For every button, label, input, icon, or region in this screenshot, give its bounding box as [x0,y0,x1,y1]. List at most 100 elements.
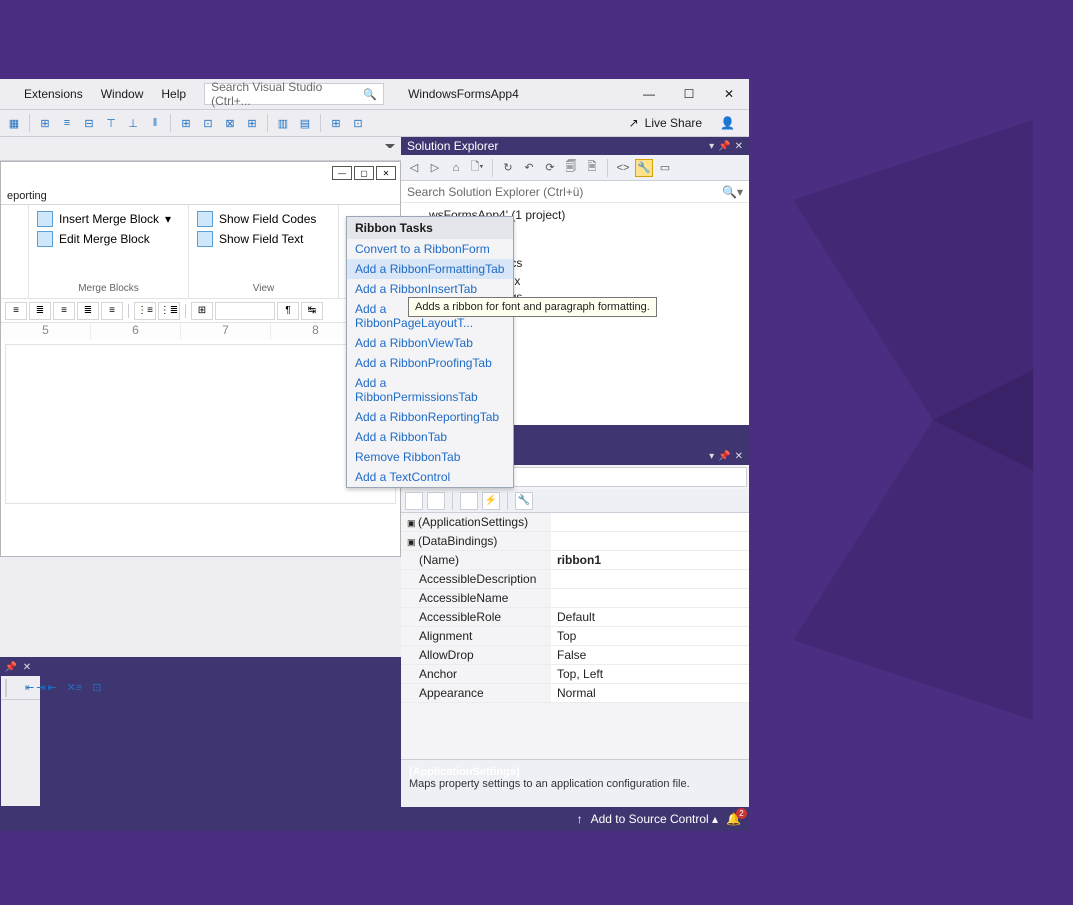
fmt-btn[interactable]: ↹ [301,302,323,320]
property-row[interactable]: AllowDropFalse [401,646,749,665]
smart-tag-link[interactable]: Add a RibbonInsertTab [347,279,513,299]
dropdown-icon[interactable]: ▾ [709,451,714,462]
publish-icon[interactable]: ↑ [577,812,583,826]
fmt-btn[interactable]: ⋮≡ [134,302,156,320]
toolbar-btn[interactable]: ⊞ [176,113,196,133]
search-input[interactable]: Search Visual Studio (Ctrl+... 🔍 [204,83,384,105]
smart-tag-link[interactable]: Add a RibbonReportingTab [347,407,513,427]
toolbar-btn[interactable]: ⊟ [79,113,99,133]
code-icon[interactable]: <> [614,159,632,177]
properties-icon[interactable]: 🔧 [635,159,653,177]
menu-help[interactable]: Help [153,83,194,105]
output-source-dropdown[interactable] [5,679,7,697]
property-row[interactable]: (Name)ribbon1 [401,551,749,570]
close-icon[interactable]: ✕ [20,660,34,674]
toolbar-btn[interactable]: ⊤ [101,113,121,133]
toolbar-btn[interactable]: ‖ [145,113,165,133]
minimize-button[interactable]: — [629,79,669,109]
file-icon[interactable]: 🗎 [583,159,601,177]
output-btn[interactable]: ⇤ [47,678,56,698]
menu-extensions[interactable]: Extensions [16,83,91,105]
insert-merge-block-button[interactable]: Insert Merge Block ▾ [37,209,180,229]
fmt-btn[interactable]: ≣ [77,302,99,320]
smart-tag-link[interactable]: Add a RibbonViewTab [347,333,513,353]
design-form[interactable]: — ▢ ✕ eporting Insert Merge Block ▾ Edit… [0,161,401,557]
close-button[interactable]: ✕ [709,79,749,109]
output-btn[interactable]: ⊡ [92,678,101,698]
smart-tag-link[interactable]: Remove RibbonTab [347,447,513,467]
toolbar-btn[interactable]: ⊞ [242,113,262,133]
live-share-button[interactable]: Live Share [645,116,702,130]
fmt-btn[interactable]: ≡ [101,302,123,320]
categorized-icon[interactable]: ▤ [405,492,423,510]
property-row[interactable]: AccessibleRoleDefault [401,608,749,627]
toolbar-btn[interactable]: ▦ [4,113,24,133]
fmt-btn[interactable]: ⋮≣ [158,302,180,320]
property-grid[interactable]: (ApplicationSettings)(DataBindings)(Name… [401,513,749,759]
solution-search-input[interactable]: Search Solution Explorer (Ctrl+ü) 🔍▾ [401,181,749,203]
maximize-button[interactable]: ☐ [669,79,709,109]
refresh-icon[interactable]: ↻ [499,159,517,177]
close-icon[interactable]: ✕ [735,141,743,152]
edit-merge-block-button[interactable]: Edit Merge Block [37,229,180,249]
feedback-icon[interactable]: 👤 [720,116,735,130]
fmt-btn[interactable]: ≡ [53,302,75,320]
toolbar-btn[interactable]: ⊞ [35,113,55,133]
toolbar-btn[interactable]: ≡ [57,113,77,133]
document-canvas[interactable] [5,344,396,504]
preview-icon[interactable]: ▭ [656,159,674,177]
menu-window[interactable]: Window [93,83,152,105]
notifications-icon[interactable]: 🔔2 [726,812,741,826]
close-icon[interactable]: ✕ [735,451,743,462]
output-btn[interactable]: ✕≡ [67,678,83,698]
fmt-btn[interactable]: ≣ [29,302,51,320]
toolbar-btn[interactable]: ⊡ [198,113,218,133]
pin-icon[interactable]: 📌 [4,660,18,674]
toolbar-btn[interactable]: ⊡ [348,113,368,133]
smart-tag-link[interactable]: Convert to a RibbonForm [347,239,513,259]
toolbar-btn[interactable]: ⊞ [326,113,346,133]
dropdown-icon[interactable]: ▾ [709,141,714,152]
sync-icon[interactable]: 🗋▾ [468,159,486,177]
props-page-icon[interactable]: 🗎 [460,492,478,510]
toolbar-btn[interactable]: ⊠ [220,113,240,133]
property-row[interactable]: AnchorTop, Left [401,665,749,684]
smart-tag-link[interactable]: Add a RibbonProofingTab [347,353,513,373]
home-icon[interactable]: ⌂ [447,159,465,177]
ribbon-tab-label[interactable]: eporting [1,188,400,204]
show-field-codes-button[interactable]: Show Field Codes [197,209,330,229]
property-pages-icon[interactable]: 🔧 [515,492,533,510]
add-source-control-button[interactable]: Add to Source Control ▴ [591,812,718,826]
property-row[interactable]: AlignmentTop [401,627,749,646]
output-btn[interactable]: ⇥ [36,678,45,698]
toolbar-btn[interactable]: ⊥ [123,113,143,133]
smart-tag-link[interactable]: Add a RibbonFormattingTab [347,259,513,279]
fmt-combo[interactable] [215,302,275,320]
copy-icon[interactable]: 🗐 [562,159,580,177]
smart-tag-link[interactable]: Add a TextControl [347,467,513,487]
property-row[interactable]: AccessibleDescription [401,570,749,589]
show-all-icon[interactable]: ⟳ [541,159,559,177]
toolbar-btn[interactable]: ▥ [273,113,293,133]
output-btn[interactable]: ⇤ [25,678,34,698]
show-field-text-button[interactable]: Show Field Text [197,229,330,249]
property-row[interactable]: AccessibleName [401,589,749,608]
form-maximize-icon[interactable]: ▢ [354,166,374,180]
collapse-icon[interactable]: ↶ [520,159,538,177]
dropdown-icon[interactable]: ▾ [0,660,2,674]
form-designer[interactable]: — ▢ ✕ eporting Insert Merge Block ▾ Edit… [0,161,401,657]
form-minimize-icon[interactable]: — [332,166,352,180]
smart-tag-link[interactable]: Add a RibbonPermissionsTab [347,373,513,407]
fmt-btn[interactable]: ≡ [5,302,27,320]
tab-dropdown-icon[interactable] [385,144,395,154]
alphabetical-icon[interactable]: A↓ [427,492,445,510]
forward-icon[interactable]: ▷ [426,159,444,177]
fmt-btn[interactable]: ⊞ [191,302,213,320]
property-row[interactable]: (ApplicationSettings) [401,513,749,532]
fmt-btn[interactable]: ¶ [277,302,299,320]
property-row[interactable]: (DataBindings) [401,532,749,551]
toolbar-btn[interactable]: ▤ [295,113,315,133]
property-row[interactable]: AppearanceNormal [401,684,749,703]
smart-tag-link[interactable]: Add a RibbonTab [347,427,513,447]
events-icon[interactable]: ⚡ [482,492,500,510]
